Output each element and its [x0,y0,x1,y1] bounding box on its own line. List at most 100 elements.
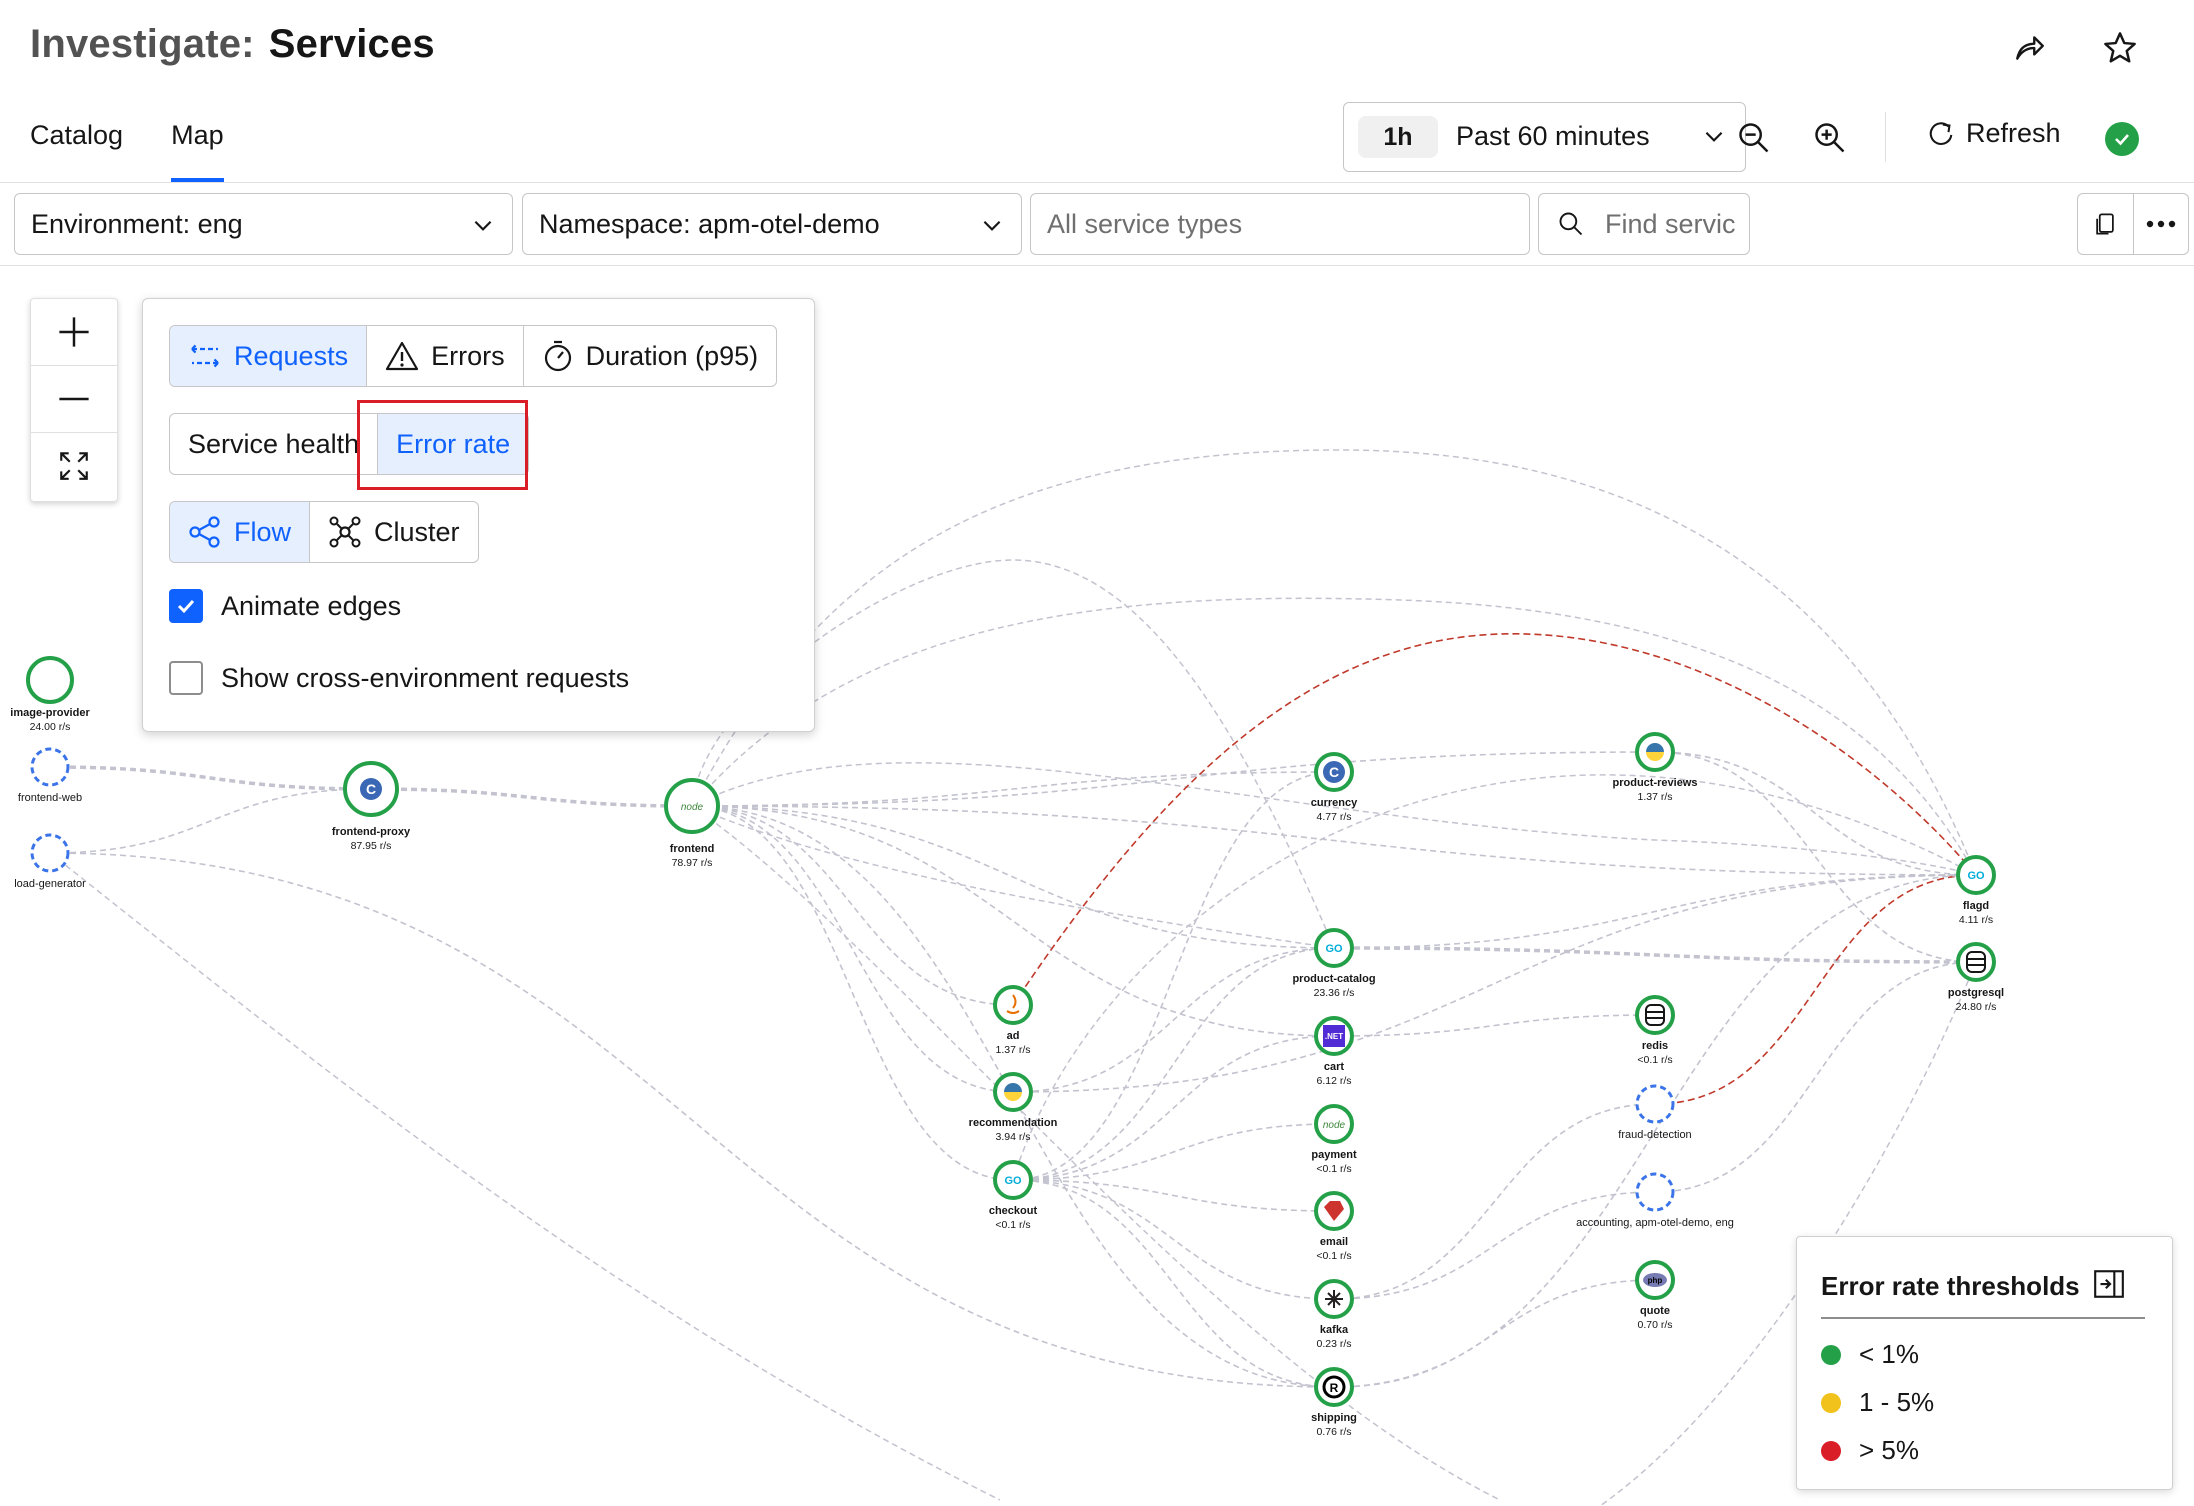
service-edge[interactable] [1012,947,1335,1181]
service-edge[interactable] [691,751,1656,807]
service-node-frontend-web[interactable]: frontend-web [18,747,82,804]
service-node-redis[interactable]: redis <0.1 r/s [1635,995,1675,1066]
share-icon[interactable] [2008,26,2052,70]
overflow-menu-button[interactable] [2132,194,2189,254]
service-edge[interactable] [691,805,1335,949]
tab-map[interactable]: Map [171,120,224,182]
service-node-quote[interactable]: php quote 0.70 r/s [1635,1260,1675,1331]
service-health-label: Service health [188,428,360,459]
fit-to-screen-button[interactable] [31,433,117,499]
warning-icon [385,341,419,371]
service-node-product-catalog[interactable]: GO product-catalog 23.36 r/s [1292,928,1376,999]
legend-item-medium: 1 - 5% [1821,1387,1934,1418]
service-edge[interactable] [1012,947,1335,1093]
svg-text:C: C [1329,764,1339,780]
service-edge[interactable] [1333,946,1977,964]
map-zoom-in-button[interactable] [31,299,117,366]
copy-button[interactable] [2078,194,2133,254]
animate-edges-checkbox[interactable]: Animate edges [169,589,401,623]
chevron-down-icon [1705,131,1723,142]
tab-list: Catalog Map [30,120,224,182]
cross-environment-label: Show cross-environment requests [221,662,630,693]
tab-catalog[interactable]: Catalog [30,120,123,182]
service-node-checkout[interactable]: GO checkout <0.1 r/s [989,1160,1038,1231]
animate-edges-label: Animate edges [221,590,402,621]
service-edge[interactable] [49,852,1335,1388]
cluster-icon [329,516,361,548]
service-node-email[interactable]: email <0.1 r/s [1314,1191,1354,1262]
service-health-button[interactable]: Service health [170,414,377,474]
service-edge[interactable] [1012,874,1977,1093]
service-edge[interactable] [1654,751,1977,963]
service-edge[interactable] [691,805,1014,1093]
service-node-flagd[interactable]: GO flagd 4.11 r/s [1956,855,1996,926]
service-node-frontend-proxy[interactable]: Cfrontend-proxy 87.95 r/s [332,761,411,852]
service-edge[interactable] [1333,1191,1656,1300]
layout-flow-button[interactable]: Flow [170,502,310,562]
service-edge[interactable] [691,805,1014,1181]
svg-text:R: R [1330,1381,1339,1395]
service-edge[interactable] [49,765,372,791]
service-node-product-reviews[interactable]: product-reviews 1.37 r/s [1613,732,1698,803]
service-edge[interactable] [1333,1103,1656,1300]
service-edge[interactable] [370,787,693,808]
service-node-accounting[interactable]: accounting, apm-otel-demo, eng [1576,1172,1734,1229]
python-icon [1646,743,1664,761]
map-options-panel: Requests Errors Duration (p95) Service h… [142,298,815,732]
service-node-fraud-detection[interactable]: fraud-detection [1618,1084,1692,1141]
service-rate: 0.23 r/s [1316,1338,1351,1350]
svg-text:php: php [1648,1276,1663,1285]
error-edge[interactable] [1654,874,1977,1105]
service-rate: 24.00 r/s [30,721,71,733]
collapse-panel-icon[interactable] [2092,1267,2126,1306]
page-header: Investigate: Services Catalog Map 1h Past… [0,0,2194,182]
namespace-select[interactable]: Namespace: apm-otel-demo [522,193,1022,255]
service-node-postgresql[interactable]: postgresql 24.80 r/s [1948,942,2004,1013]
find-service-input[interactable]: Find servic [1538,193,1750,255]
service-edge[interactable] [1654,751,1977,876]
metric-requests-button[interactable]: Requests [170,326,367,386]
environment-select[interactable]: Environment: eng [14,193,513,255]
cross-environment-checkbox[interactable]: Show cross-environment requests [169,661,629,695]
map-zoom-out-button[interactable] [31,366,117,433]
service-edge[interactable] [1333,874,1977,949]
service-node-image-provider[interactable]: image-provider 24.00 r/s [10,656,90,733]
refresh-button[interactable]: Refresh [1926,118,2061,149]
service-node-currency[interactable]: Ccurrency 4.77 r/s [1311,752,1358,823]
service-edge[interactable] [1012,1123,1335,1181]
time-range-select[interactable]: 1h Past 60 minutes [1343,102,1746,172]
zoom-out-button[interactable] [1730,114,1778,162]
svg-text:GO: GO [1325,943,1343,955]
service-health-ring [1956,942,1996,982]
service-edge[interactable] [691,805,1014,1006]
metric-errors-button[interactable]: Errors [366,326,523,386]
chevron-down-icon [983,220,1001,231]
service-edge[interactable] [1333,1014,1656,1037]
service-node-kafka[interactable]: kafka 0.23 r/s [1314,1279,1354,1350]
metric-errors-label: Errors [431,340,505,371]
service-edge[interactable] [1654,961,1977,1193]
service-name: kafka [1320,1324,1349,1336]
service-node-payment[interactable]: node payment <0.1 r/s [1311,1104,1357,1175]
fit-to-screen-icon [60,452,88,480]
service-edge[interactable] [1012,1179,1335,1212]
layout-cluster-button[interactable]: Cluster [309,502,478,562]
go-icon: GO [1325,943,1343,955]
time-range-chip: 1h [1358,116,1438,158]
service-edge[interactable] [1012,1179,1335,1300]
status-ok-icon [2105,122,2139,156]
zoom-in-button[interactable] [1806,114,1854,162]
service-edge[interactable] [1012,771,1335,1181]
find-service-placeholder: Find servic [1605,208,1736,239]
service-node-load-generator[interactable]: load-generator [14,833,86,890]
service-node-shipping[interactable]: Rshipping 0.76 r/s [1311,1367,1357,1438]
service-edge[interactable] [49,788,372,854]
service-edge[interactable] [1012,1035,1335,1181]
service-node-frontend[interactable]: node frontend 78.97 r/s [664,778,720,869]
service-edge[interactable] [691,771,1335,807]
service-node-ad[interactable]: ad 1.37 r/s [993,985,1033,1056]
service-types-select[interactable]: All service types [1030,193,1530,255]
star-icon[interactable] [2098,26,2142,70]
layout-flow-label: Flow [234,516,292,547]
metric-duration-button[interactable]: Duration (p95) [522,326,777,386]
